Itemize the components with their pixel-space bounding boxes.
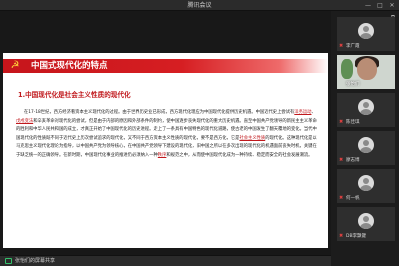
avatar — [358, 23, 374, 39]
participant-panel: ⧉ ✖ 李广霞 张怡们 ✖ 陈佳琪 ✖ 廖志博 ✖ 何一帆 — [331, 11, 399, 266]
avatar — [358, 175, 374, 191]
participant-tile[interactable]: ✖ 廖志博 — [337, 131, 395, 165]
slide-heading: 中国式现代化的特点 — [31, 61, 108, 71]
mic-muted-icon: ✖ — [339, 157, 344, 163]
participant-video-tile[interactable]: 张怡们 — [337, 55, 395, 89]
underlined-term: 洋务运动 — [294, 110, 312, 115]
paragraph-text: 和规范之中，从而使中国现代化成为一种持续、稳定而安全的社会发展潮流。 — [166, 152, 313, 158]
hammer-sickle-icon: ☭ — [10, 60, 20, 71]
screen-share-icon — [5, 258, 12, 264]
participant-name: 廖志博 — [346, 158, 360, 163]
avatar — [358, 213, 374, 229]
participant-name: 何一帆 — [346, 196, 360, 201]
title-bar: 腾讯会议 — □ ✕ — [0, 0, 399, 11]
avatar — [358, 99, 374, 115]
screen-share-label[interactable]: 张怡们的屏幕共享 — [15, 257, 55, 266]
window-title: 腾讯会议 — [187, 2, 212, 9]
mic-muted-icon: ✖ — [339, 233, 344, 239]
mic-muted-icon: ✖ — [339, 119, 344, 125]
paragraph-text: 在17-18世纪，西方经济看资本主义现代化的过程。由于世界历史业已形成，西方现代… — [24, 110, 295, 115]
participant-name: DB李飘键 — [346, 234, 367, 239]
participant-name: 李广霞 — [346, 44, 360, 49]
participant-name: 陈佳琪 — [346, 120, 360, 125]
underlined-term: 戊戌变法 — [16, 118, 34, 124]
participant-tile[interactable]: ✖ DB李飘键 — [337, 207, 395, 241]
participant-face — [357, 58, 377, 80]
meeting-window: 腾讯会议 — □ ✕ ☭ 中国式现代化的特点 1.中国现代化是社会主义性质的现代… — [0, 0, 399, 266]
mic-muted-icon: ✖ — [339, 43, 344, 49]
slide-subheading: 1.中国现代化是社会主义性质的现代化 — [18, 91, 131, 99]
minimize-button[interactable]: — — [363, 1, 373, 10]
mic-muted-icon: ✖ — [339, 195, 344, 201]
underlined-term: 社会主义性质 — [239, 135, 266, 141]
participant-name: 张怡们 — [346, 82, 360, 87]
slide-paragraph: 在17-18世纪，西方经济看资本主义现代化的过程。由于世界历史业已形成，西方现代… — [16, 109, 318, 161]
shared-screen-area: ☭ 中国式现代化的特点 1.中国现代化是社会主义性质的现代化 在17-18世纪，… — [0, 11, 331, 255]
participant-tile[interactable]: ✖ 李广霞 — [337, 17, 395, 51]
close-button[interactable]: ✕ — [387, 1, 397, 10]
paragraph-text: 、 — [311, 110, 316, 115]
maximize-button[interactable]: □ — [375, 1, 385, 10]
screen-share-bar: 张怡们的屏幕共享 — [0, 255, 331, 266]
avatar — [358, 137, 374, 153]
presentation-slide: ☭ 中国式现代化的特点 1.中国现代化是社会主义性质的现代化 在17-18世纪，… — [3, 53, 328, 248]
participant-tile[interactable]: ✖ 何一帆 — [337, 169, 395, 203]
background-plant — [341, 59, 353, 79]
participant-tile[interactable]: ✖ 陈佳琪 — [337, 93, 395, 127]
